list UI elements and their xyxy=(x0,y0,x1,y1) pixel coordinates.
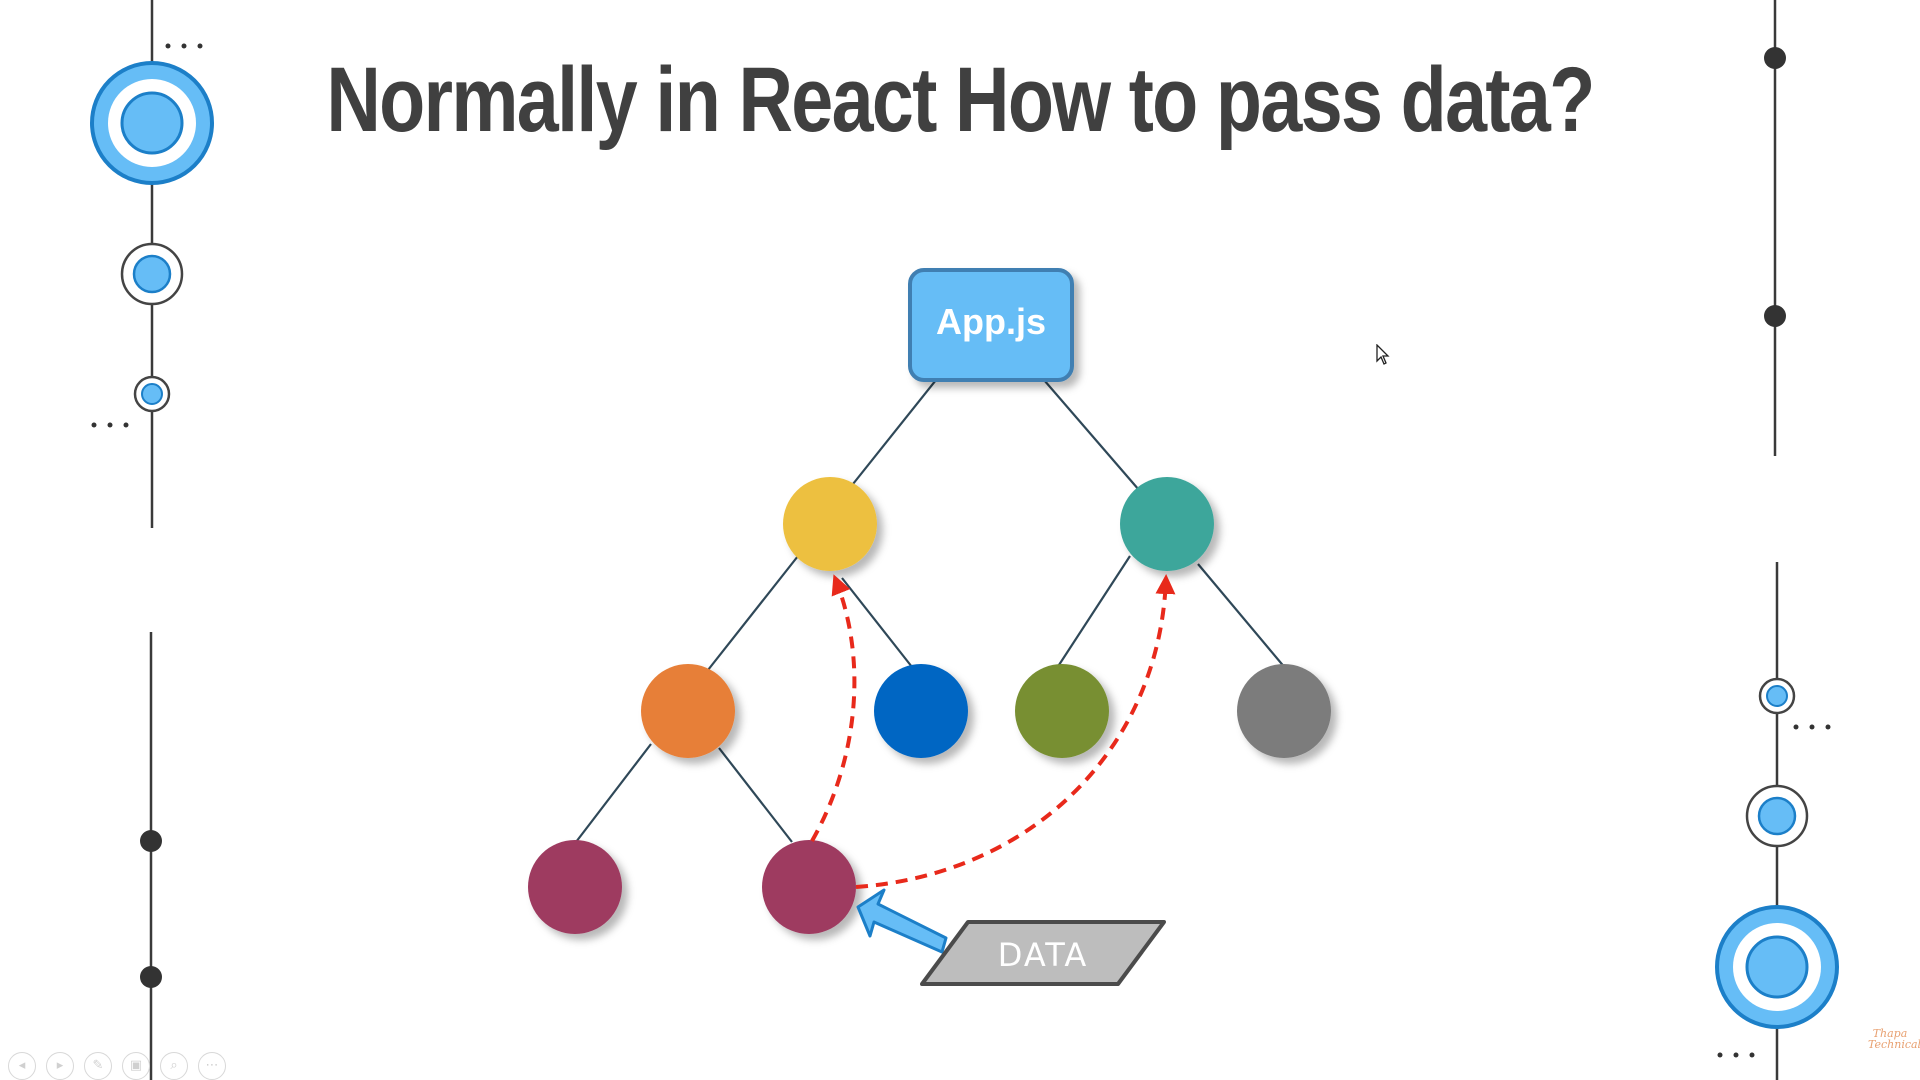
node-level1-right xyxy=(1120,477,1214,571)
slide-diagram: App.js DATA xyxy=(90,0,1839,1080)
more-icon[interactable]: ⋯ xyxy=(198,1052,226,1080)
component-nodes xyxy=(528,477,1331,934)
decor-dot xyxy=(1764,47,1786,69)
tree-connectors xyxy=(575,379,1287,843)
node-level3-source xyxy=(762,840,856,934)
zoom-icon[interactable]: ⌕ xyxy=(160,1052,188,1080)
pen-icon[interactable]: ✎ xyxy=(84,1052,112,1080)
node-level2-gray xyxy=(1237,664,1331,758)
app-js-label: App.js xyxy=(936,301,1046,342)
decor-dot xyxy=(1764,305,1786,327)
decor-dot xyxy=(140,966,162,988)
slide: Normally in React How to pass data? App.… xyxy=(0,0,1920,1080)
prev-icon[interactable]: ◂ xyxy=(8,1052,36,1080)
left-decoration xyxy=(90,0,214,1080)
data-flow-arrows xyxy=(810,574,1176,889)
next-icon[interactable]: ▸ xyxy=(46,1052,74,1080)
watermark-logo: Thapa Technical xyxy=(1868,1027,1920,1051)
data-box: DATA xyxy=(920,920,1166,986)
mouse-cursor-icon xyxy=(1376,344,1390,365)
presentation-toolbar: ◂ ▸ ✎ ▣ ⌕ ⋯ xyxy=(8,1052,226,1080)
slides-icon[interactable]: ▣ xyxy=(122,1052,150,1080)
dashed-arrow-to-yellow xyxy=(810,574,857,842)
node-level2-blue xyxy=(874,664,968,758)
right-decoration xyxy=(1715,0,1839,1080)
node-level2-orange xyxy=(641,664,735,758)
decor-dot xyxy=(140,830,162,852)
data-label: DATA xyxy=(998,936,1088,974)
node-level1-left xyxy=(783,477,877,571)
data-input-arrow xyxy=(856,888,948,954)
node-level2-olive xyxy=(1015,664,1109,758)
node-level3-left xyxy=(528,840,622,934)
app-js-node: App.js xyxy=(908,268,1074,382)
